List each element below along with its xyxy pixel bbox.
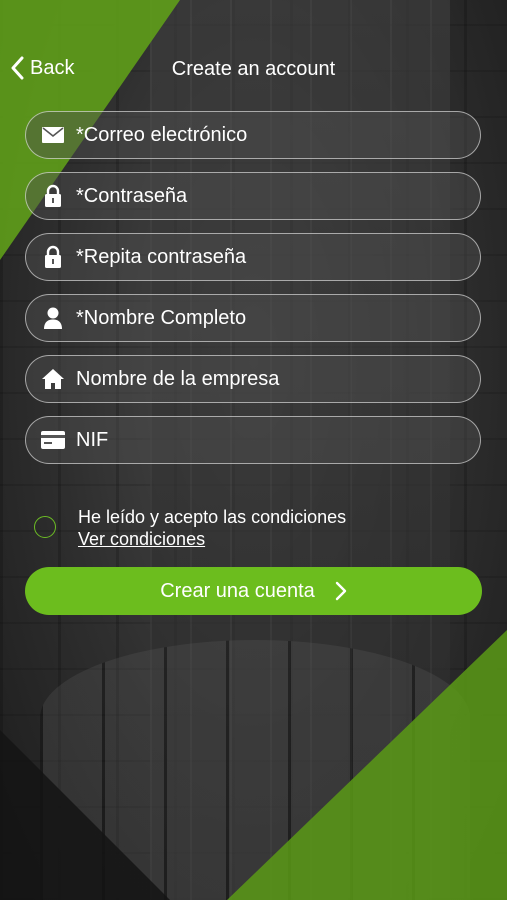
lock-icon (30, 184, 76, 208)
lock-icon (30, 245, 76, 269)
green-accent-bottom-right (227, 630, 507, 900)
nif-input[interactable] (76, 428, 456, 452)
terms-row: He leído y acepto las condiciones Ver co… (34, 506, 346, 550)
email-field[interactable] (25, 111, 481, 159)
header: Back Create an account (0, 48, 507, 92)
terms-radio[interactable] (34, 516, 56, 538)
repeat-password-input[interactable] (76, 245, 456, 269)
create-account-button[interactable]: Crear una cuenta (25, 567, 482, 615)
email-input[interactable] (76, 123, 456, 147)
company-name-field[interactable] (25, 355, 481, 403)
card-icon (30, 431, 76, 449)
terms-text-block: He leído y acepto las condiciones Ver co… (78, 506, 346, 550)
password-input[interactable] (76, 184, 456, 208)
user-icon (30, 307, 76, 329)
home-icon (30, 368, 76, 390)
repeat-password-field[interactable] (25, 233, 481, 281)
full-name-field[interactable] (25, 294, 481, 342)
nif-field[interactable] (25, 416, 481, 464)
terms-link[interactable]: Ver condiciones (78, 528, 346, 550)
company-name-input[interactable] (76, 367, 456, 391)
full-name-input[interactable] (76, 306, 456, 330)
create-account-label: Crear una cuenta (160, 579, 315, 602)
terms-label: He leído y acepto las condiciones (78, 507, 347, 527)
password-field[interactable] (25, 172, 481, 220)
chevron-right-icon (335, 581, 346, 601)
dark-accent-bottom-left (0, 730, 170, 900)
envelope-icon (30, 127, 76, 143)
page-title: Create an account (171, 58, 336, 80)
